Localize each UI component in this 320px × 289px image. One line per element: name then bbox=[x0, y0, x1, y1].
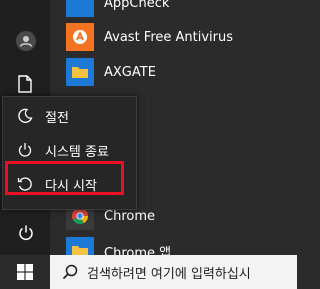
windows-logo-icon bbox=[17, 264, 33, 280]
search-icon bbox=[62, 264, 78, 280]
app-name: AppCheck bbox=[104, 0, 170, 11]
sleep-menu-item[interactable]: 절전 bbox=[3, 99, 136, 133]
restart-highlight-box bbox=[5, 161, 124, 195]
appcheck-icon bbox=[66, 0, 94, 17]
app-name: AXGATE bbox=[104, 64, 156, 80]
user-icon bbox=[19, 36, 33, 47]
app-name: Chrome bbox=[104, 208, 155, 224]
documents-button[interactable] bbox=[17, 75, 33, 97]
avast-icon bbox=[66, 23, 94, 51]
app-name: Avast Free Antivirus bbox=[104, 29, 234, 45]
menu-item-label: 시스템 종료 bbox=[45, 144, 109, 160]
power-icon bbox=[17, 142, 33, 158]
power-icon bbox=[19, 225, 33, 241]
document-icon bbox=[18, 75, 32, 93]
folder-icon bbox=[66, 58, 94, 86]
user-account-avatar[interactable] bbox=[16, 31, 36, 51]
sleep-moon-icon bbox=[17, 108, 33, 124]
app-item-axgate[interactable]: AXGATE bbox=[55, 57, 297, 87]
power-button[interactable] bbox=[17, 224, 35, 246]
menu-item-label: 절전 bbox=[45, 110, 69, 126]
app-item-avast[interactable]: Avast Free Antivirus bbox=[55, 22, 297, 52]
taskbar: 검색하려면 여기에 입력하십시 bbox=[0, 255, 297, 289]
app-item-appcheck[interactable]: AppCheck bbox=[55, 0, 297, 18]
taskbar-search-box[interactable]: 검색하려면 여기에 입력하십시 bbox=[50, 255, 297, 289]
start-button[interactable] bbox=[0, 255, 50, 289]
search-placeholder: 검색하려면 여기에 입력하십시 bbox=[87, 266, 251, 282]
